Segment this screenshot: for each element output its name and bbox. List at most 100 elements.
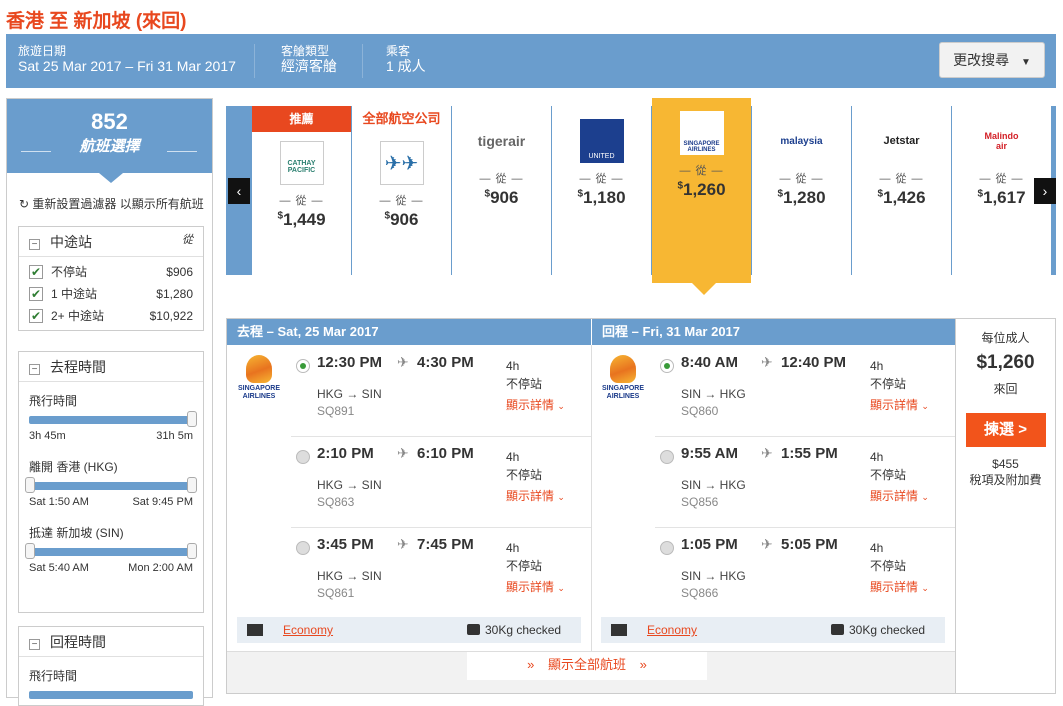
flight-option[interactable]: 3:45 PM ✈ 7:45 PM HKG → SIN SQ861 4h 不停站 顯示詳情 ⌄ — [287, 527, 591, 618]
range-min: Sat 5:40 AM — [29, 562, 89, 574]
checkbox-checked-icon[interactable]: ✔ — [29, 265, 43, 279]
show-details-link[interactable]: 顯示詳情 ⌄ — [506, 487, 565, 504]
recommended-tag: 推薦 — [252, 106, 351, 132]
depart-filter-header[interactable]: − 去程時間 — [19, 352, 203, 382]
from-label: 從 — [182, 234, 193, 246]
change-search-label: 更改搜尋 — [953, 52, 1010, 68]
radio-button[interactable] — [296, 359, 310, 373]
airline-price: $1,180 — [577, 188, 626, 207]
chevron-left-icon: ‹ — [236, 183, 242, 199]
all-airlines-label: 全部航空公司 — [362, 111, 441, 126]
flight-option[interactable]: 2:10 PM ✈ 6:10 PM HKG → SIN SQ863 4h 不停站 顯示詳情 ⌄ — [287, 436, 591, 527]
duration-range: 3h 45m 31h 5m — [29, 430, 193, 448]
dates-label: 旅遊日期 — [18, 44, 67, 58]
airline-card[interactable]: malaysia — 從 — $1,280 — [752, 106, 851, 275]
show-details-link[interactable]: 顯示詳情 ⌄ — [870, 578, 929, 595]
leave-range: Sat 1:50 AM Sat 9:45 PM — [29, 496, 193, 514]
page-title: 香港 至 新加坡 (來回) — [6, 11, 187, 32]
radio-button[interactable] — [660, 541, 674, 555]
cabin-link[interactable]: Economy — [283, 617, 333, 643]
departure-time: 12:30 PM — [317, 354, 383, 371]
plane-icon: ✈ — [397, 445, 409, 461]
stops-option[interactable]: ✔ 不停站 $906 — [19, 261, 203, 283]
range-max: Mon 2:00 AM — [128, 562, 193, 574]
airline-price: $1,426 — [877, 188, 926, 207]
stops-option-label: 1 中途站 — [51, 287, 98, 301]
flight-option[interactable]: 12:30 PM ✈ 4:30 PM HKG → SIN SQ891 4h 不停站 顯示詳情 … — [287, 345, 591, 436]
airline-card[interactable]: 全部航空公司 ✈✈ — 從 — $906 — [352, 106, 451, 275]
dates-value: Sat 25 Mar 2017 – Fri 31 Mar 2017 — [18, 58, 236, 74]
range-min: Sat 1:50 AM — [29, 496, 89, 508]
airline-logo: Jetstar — [883, 135, 920, 147]
airline-card[interactable]: UNITED — 從 — $1,180 — [552, 106, 651, 275]
checkbox-checked-icon[interactable]: ✔ — [29, 287, 43, 301]
stops-option-price: $10,922 — [149, 309, 193, 323]
airline-card[interactable]: SINGAPORE AIRLINES — 從 — $1,260 — [652, 98, 751, 283]
stops-option[interactable]: ✔ 2+ 中途站 $10,922 — [19, 305, 203, 327]
departure-time: 3:45 PM — [317, 536, 374, 553]
checkbox-checked-icon[interactable]: ✔ — [29, 309, 43, 323]
slider-handle[interactable] — [25, 543, 35, 559]
per-adult-label: 每位成人 — [981, 331, 1030, 345]
radio-button[interactable] — [660, 450, 674, 464]
seat-icon — [247, 624, 263, 636]
departure-time: 8:40 AM — [681, 354, 738, 371]
change-search-button[interactable]: 更改搜尋 ▼ — [939, 42, 1045, 78]
slider-handle[interactable] — [187, 543, 197, 559]
depart-filter-title: 去程時間 — [50, 359, 106, 375]
airline-card[interactable]: Jetstar — 從 — $1,426 — [852, 106, 951, 275]
show-all-label: 顯示全部航班 — [547, 657, 626, 672]
from-label: — 從 — — [879, 173, 924, 185]
airline-logo: Malindo air — [984, 131, 1019, 151]
carousel-prev-button[interactable]: ‹ — [228, 178, 250, 204]
radio-button[interactable] — [296, 541, 310, 555]
arrive-label: 抵達 新加坡 (SIN) — [29, 526, 124, 540]
leave-slider[interactable] — [25, 477, 197, 493]
slider-handle[interactable] — [187, 477, 197, 493]
radio-button[interactable] — [660, 359, 674, 373]
flight-option[interactable]: 9:55 AM ✈ 1:55 PM SIN → HKG SQ856 4h 不停站 顯示詳情 ⌄ — [651, 436, 955, 527]
stops: 不停站 — [506, 377, 543, 391]
cabin-link[interactable]: Economy — [647, 617, 697, 643]
stops-filter-header[interactable]: − 中途站 — [19, 227, 203, 257]
results-count-box: 852 航班選擇 — [7, 99, 212, 173]
singapore-airlines-bird-icon — [610, 355, 636, 383]
slider-handle[interactable] — [25, 477, 35, 493]
airline-card[interactable]: tigerair — 從 — $906 — [452, 106, 551, 275]
duration: 4h — [506, 541, 520, 555]
stops: 不停站 — [870, 468, 907, 482]
show-all-flights-button[interactable]: » 顯示全部航班 » — [467, 652, 707, 680]
show-details-link[interactable]: 顯示詳情 ⌄ — [506, 578, 565, 595]
airline-logo: tigerair — [477, 133, 526, 149]
airline-logo: malaysia — [780, 135, 823, 147]
airline-logo: ✈✈ — [379, 140, 425, 186]
slider-handle[interactable] — [187, 411, 197, 427]
radio-button[interactable] — [296, 450, 310, 464]
arrival-time: 5:05 PM — [781, 536, 838, 553]
return-duration-slider[interactable] — [29, 691, 193, 699]
pax-value: 1 成人 — [386, 58, 426, 74]
duration: 4h — [870, 359, 884, 373]
stops-option-label: 不停站 — [51, 265, 88, 279]
carousel-next-button[interactable]: › — [1034, 178, 1056, 204]
stops-option[interactable]: ✔ 1 中途站 $1,280 — [19, 283, 203, 305]
airline-card[interactable]: 推薦 CATHAY PACIFIC — 從 — $1,449 — [252, 106, 351, 275]
flight-option[interactable]: 8:40 AM ✈ 12:40 PM SIN → HKG SQ860 4h 不停站 顯示詳情 … — [651, 345, 955, 436]
duration: 4h — [870, 541, 884, 555]
from-label: — 從 — — [479, 173, 524, 185]
show-details-link[interactable]: 顯示詳情 ⌄ — [870, 487, 929, 504]
arrive-slider[interactable] — [25, 543, 197, 559]
collapse-icon: − — [29, 364, 40, 375]
return-filter-header[interactable]: − 回程時間 — [19, 627, 203, 657]
duration-slider[interactable] — [29, 411, 197, 427]
flight-option[interactable]: 1:05 PM ✈ 5:05 PM SIN → HKG SQ866 4h 不停站 顯示詳情 ⌄ — [651, 527, 955, 618]
plane-icon: ✈ — [397, 354, 409, 370]
select-button[interactable]: 揀選 > — [965, 413, 1046, 447]
show-details-link[interactable]: 顯示詳情 ⌄ — [870, 396, 929, 413]
show-details-link[interactable]: 顯示詳情 ⌄ — [506, 396, 565, 413]
selected-pointer — [692, 283, 716, 295]
reset-filters-link[interactable]: ↻ 重新設置過濾器 以顯示所有航班 — [19, 195, 204, 212]
airline-logo: SINGAPORE AIRLINES — [679, 110, 725, 156]
divider — [254, 44, 255, 78]
pointer-arrow — [99, 173, 123, 183]
